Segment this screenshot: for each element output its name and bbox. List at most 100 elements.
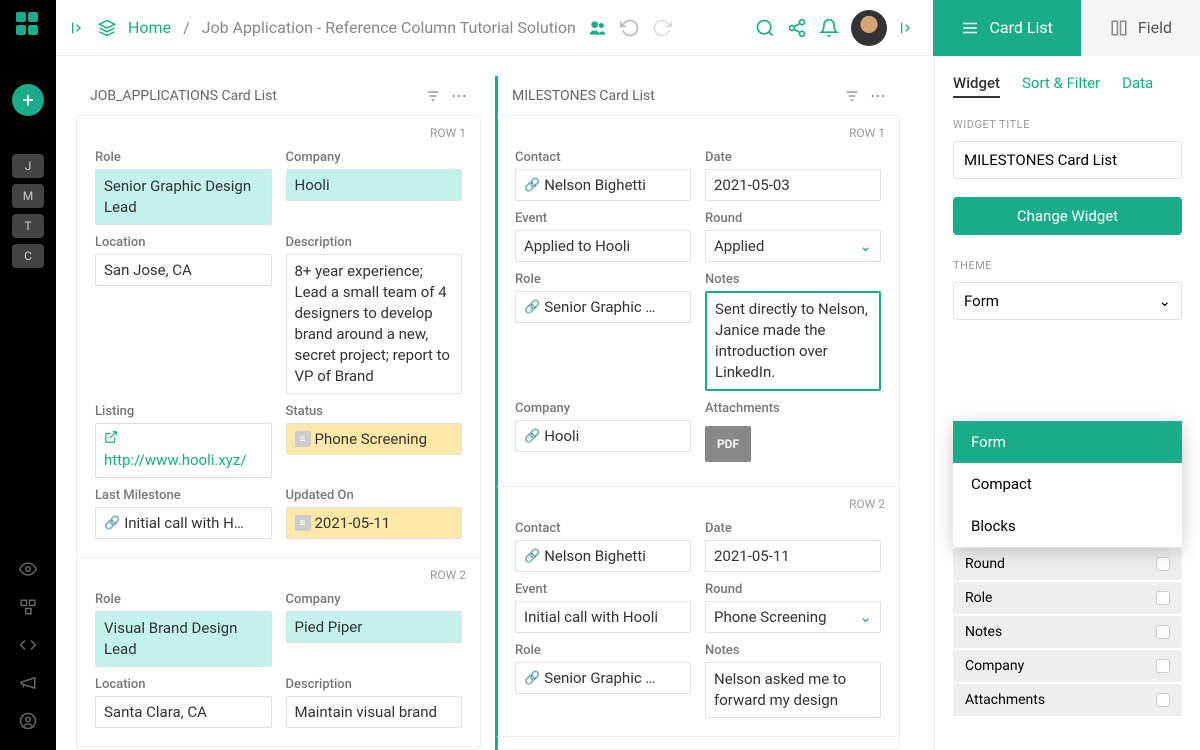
field-toggle-company[interactable]: Company [953,650,1182,682]
collapse-left-icon[interactable] [70,20,86,36]
card-row[interactable]: Role Visual Brand Design Lead Company Pi… [77,586,480,747]
rail-nav: J M T C [0,154,56,268]
link-icon: 🔗 [524,429,540,444]
toggle-switch[interactable] [1156,591,1170,605]
tab-field[interactable]: Field [1081,0,1200,56]
field-value-company[interactable]: Pied Piper [286,611,463,643]
collapse-right-icon[interactable] [899,20,915,36]
eye-icon[interactable] [19,560,37,578]
theme-select[interactable]: Form ⌄ [953,282,1182,320]
people-icon[interactable] [588,18,608,38]
card-row[interactable]: Contact 🔗Nelson Bighetti Date 2021-05-11… [497,515,899,737]
field-value-listing[interactable]: http://www.hooli.xyz/ [95,423,272,478]
more-icon[interactable]: ⋯ [870,86,886,105]
filter-icon[interactable] [425,88,441,104]
field-value-role[interactable]: 🔗Senior Graphic … [515,291,691,323]
card-row[interactable]: Role Senior Graphic Design Lead Company … [77,144,480,558]
change-widget-button[interactable]: Change Widget [953,197,1182,235]
user-icon[interactable] [19,712,37,730]
toggle-switch[interactable] [1156,659,1170,673]
chevron-down-icon: ⌄ [1158,292,1171,310]
tab-card-list[interactable]: Card List [933,0,1080,56]
rail-item-m[interactable]: M [12,184,44,208]
field-toggle-attachments[interactable]: Attachments [953,684,1182,716]
field-toggle-notes[interactable]: Notes [953,616,1182,648]
field-value-round[interactable]: Phone Screening⌄ [705,601,881,633]
rail-item-j[interactable]: J [12,154,44,178]
theme-option-form[interactable]: Form [953,421,1182,463]
stack-icon[interactable] [98,19,116,37]
more-icon[interactable]: ⋯ [451,86,467,105]
layout-icon[interactable] [19,598,37,616]
external-link-icon [104,430,118,444]
field-value-contact[interactable]: 🔗Nelson Bighetti [515,169,691,201]
field-value-description[interactable]: 8+ year experience; Lead a small team of… [286,254,463,394]
link-icon: 🔗 [104,516,120,531]
card-row[interactable]: Contact 🔗Nelson Bighetti Date 2021-05-03… [497,144,899,487]
field-value-attachments[interactable]: PDF [705,420,881,468]
code-icon[interactable] [19,636,37,654]
rail-item-c[interactable]: C [12,244,44,268]
search-icon[interactable] [755,18,775,38]
field-value-description[interactable]: Maintain visual brand [286,696,463,728]
field-value-event[interactable]: Applied to Hooli [515,230,691,262]
field-toggle-role[interactable]: Role [953,582,1182,614]
field-label-role: Role [515,643,691,658]
field-value-company[interactable]: 🔗Hooli [515,420,691,452]
field-value-company[interactable]: Hooli [286,169,463,201]
field-value-notes[interactable]: Sent directly to Nelson, Janice made the… [705,291,881,391]
rail-item-t[interactable]: T [12,214,44,238]
field-label-notes: Notes [705,643,881,658]
field-label-date: Date [705,150,881,165]
undo-icon[interactable] [620,18,640,38]
toggle-switch[interactable] [1156,693,1170,707]
announce-icon[interactable] [19,674,37,692]
panel-tab-data[interactable]: Data [1122,74,1153,98]
field-value-role[interactable]: 🔗Senior Graphic … [515,662,691,694]
share-icon[interactable] [787,18,807,38]
redo-icon[interactable] [652,18,672,38]
card-lists: JOB_APPLICATIONS Card List ⋯ ROW 1 Role … [56,56,934,750]
field-label-location: Location [95,677,272,692]
field-value-updated-on[interactable]: ≡ 2021-05-11 [286,507,463,539]
pdf-attachment[interactable]: PDF [705,426,751,462]
field-value-last-milestone[interactable]: 🔗 Initial call with H… [95,507,272,539]
toggle-switch[interactable] [1156,625,1170,639]
field-label-company: Company [515,401,691,416]
listing-link[interactable]: http://www.hooli.xyz/ [104,450,247,471]
panel-tab-widget[interactable]: Widget [953,74,1000,98]
field-value-location[interactable]: Santa Clara, CA [95,696,272,728]
add-button[interactable]: + [12,84,44,116]
left-rail: + J M T C [0,0,56,750]
field-value-role[interactable]: Visual Brand Design Lead [95,611,272,667]
bell-icon[interactable] [819,18,839,38]
field-value-contact[interactable]: 🔗Nelson Bighetti [515,540,691,572]
row-label: ROW 1 [77,116,480,144]
topbar: Home / Job Application - Reference Colum… [56,0,1200,56]
field-label-description: Description [286,235,463,250]
filter-icon[interactable] [844,88,860,104]
widget-title-input[interactable] [953,141,1182,179]
avatar[interactable] [851,10,887,46]
toggle-switch[interactable] [1156,557,1170,571]
tab-field-label: Field [1138,18,1172,37]
widget-title-label: WIDGET TITLE [953,118,1182,131]
page-title: Job Application - Reference Column Tutor… [202,18,576,37]
field-value-event[interactable]: Initial call with Hooli [515,601,691,633]
field-icon [1110,19,1128,37]
field-label-company: Company [286,592,463,607]
field-value-date[interactable]: 2021-05-03 [705,169,881,201]
panel-tab-sort-filter[interactable]: Sort & Filter [1022,74,1100,98]
field-value-date[interactable]: 2021-05-11 [705,540,881,572]
field-value-notes[interactable]: Nelson asked me to forward my design [705,662,881,718]
field-value-role[interactable]: Senior Graphic Design Lead [95,169,272,225]
field-toggle-round[interactable]: Round [953,548,1182,580]
field-label-attachments: Attachments [705,401,881,416]
breadcrumb-home[interactable]: Home [128,18,171,37]
field-label-round: Round [705,582,881,597]
field-value-location[interactable]: San Jose, CA [95,254,272,286]
theme-option-blocks[interactable]: Blocks [953,505,1182,547]
field-value-round[interactable]: Applied⌄ [705,230,881,262]
theme-option-compact[interactable]: Compact [953,463,1182,505]
field-value-status[interactable]: ≡ Phone Screening [286,423,463,455]
